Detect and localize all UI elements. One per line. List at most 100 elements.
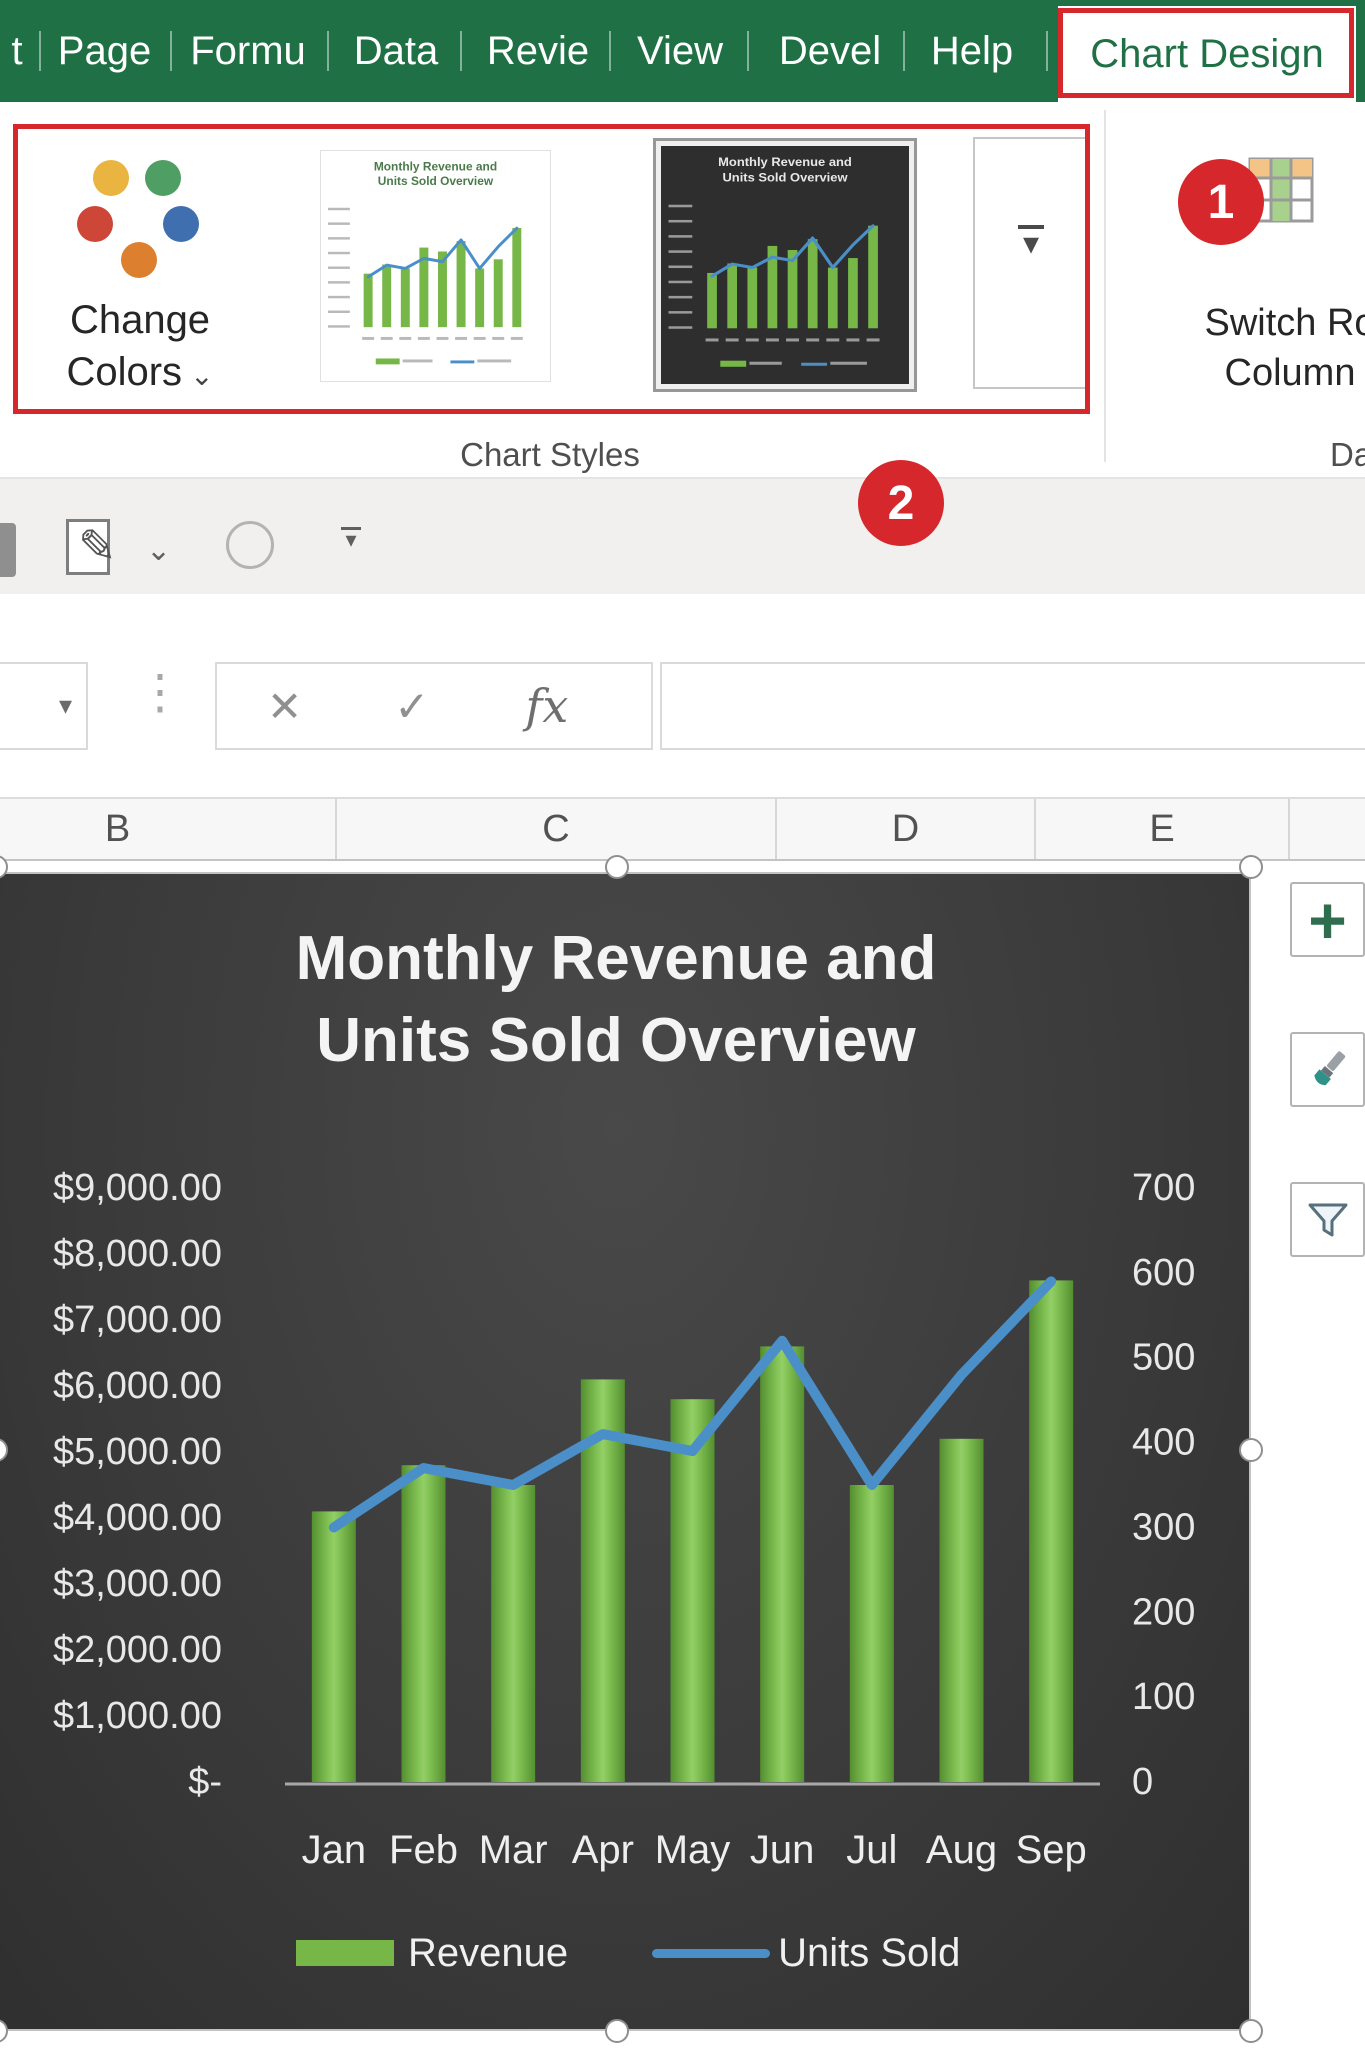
chart-selection-handle[interactable] bbox=[605, 855, 629, 879]
cancel-icon[interactable]: ✕ bbox=[267, 682, 302, 731]
mini-bar bbox=[747, 267, 758, 329]
funnel-icon bbox=[1308, 1203, 1347, 1236]
left-axis-label: $7,000.00 bbox=[53, 1299, 222, 1341]
mini-axis-dash bbox=[668, 265, 693, 269]
bar-Jun[interactable] bbox=[760, 1346, 805, 1782]
mini-x-dash bbox=[492, 336, 505, 340]
bar-Aug[interactable] bbox=[939, 1438, 984, 1782]
customize-toolbar-dropdown[interactable]: ▾ bbox=[338, 527, 364, 551]
chart-selection-handle[interactable] bbox=[1239, 2019, 1263, 2043]
ribbon-tab-formu[interactable]: Formu bbox=[182, 0, 314, 102]
mini-bar bbox=[363, 273, 373, 328]
mini-axis-dash bbox=[668, 280, 693, 284]
bar-May[interactable] bbox=[670, 1399, 715, 1782]
tab-separator bbox=[903, 31, 905, 71]
annotation-badge-2: 2 bbox=[858, 460, 944, 546]
name-box[interactable]: ▾ bbox=[0, 662, 88, 750]
ribbon-content: Change Colors ⌄ Monthly Revenue and Units … bbox=[0, 102, 1365, 479]
chart-elements-button[interactable]: + bbox=[1290, 882, 1365, 957]
insert-function-icon[interactable]: fx bbox=[525, 679, 568, 733]
bar-Jan[interactable] bbox=[311, 1511, 356, 1782]
chart-selection-handle[interactable] bbox=[605, 2019, 629, 2043]
ribbon-tab-data[interactable]: Data bbox=[338, 0, 454, 102]
mini-x-dash bbox=[745, 338, 759, 342]
mini-axis-dash bbox=[668, 219, 693, 223]
mini-legend-bar bbox=[375, 358, 400, 365]
left-axis-label: $2,000.00 bbox=[53, 1629, 222, 1671]
tab-separator bbox=[747, 31, 749, 71]
column-header[interactable] bbox=[1290, 799, 1365, 859]
chart-plot[interactable]: $9,000.00 $8,000.00 $7,000.00 $6,000.00 $5,0… bbox=[0, 874, 1253, 2033]
chart-legend[interactable]: Revenue Units Sold bbox=[296, 1930, 960, 1976]
mini-x-dash bbox=[380, 336, 393, 340]
ribbon-tab-view[interactable]: View bbox=[618, 0, 742, 102]
chart-selection-handle[interactable] bbox=[1239, 1438, 1263, 1462]
mini-bar bbox=[868, 225, 878, 329]
tab-separator bbox=[327, 31, 329, 71]
column-header-row: BCDE bbox=[0, 797, 1365, 861]
ribbon-tab-t[interactable]: t bbox=[2, 0, 32, 102]
switch-row-column-button[interactable]: Switch Ro Column bbox=[1130, 112, 1365, 468]
x-axis-label: Jun bbox=[750, 1828, 815, 1872]
x-axis-label: Apr bbox=[572, 1828, 634, 1872]
bar-Feb[interactable] bbox=[401, 1465, 446, 1782]
tab-separator bbox=[170, 31, 172, 71]
chart-styles-button[interactable] bbox=[1290, 1032, 1365, 1107]
excel-window: t Page Formu Data Revie View Devel Help Chart De… bbox=[0, 0, 1365, 2048]
right-axis-label: 0 bbox=[1132, 1761, 1153, 1803]
mini-x-dash bbox=[399, 336, 412, 340]
mini-axis-dash bbox=[327, 251, 350, 255]
formula-bar-grip[interactable]: ⋮ bbox=[136, 664, 184, 720]
color-dot-blue bbox=[163, 206, 199, 242]
chart-selection-handle[interactable] bbox=[1239, 855, 1263, 879]
mini-axis-dash bbox=[327, 325, 350, 328]
clipped-toolbar-icon[interactable] bbox=[0, 523, 16, 577]
chart-style-thumbnail-light[interactable]: Monthly Revenue and Units Sold Overview bbox=[320, 150, 551, 382]
tab-separator bbox=[460, 31, 462, 71]
bar-Mar[interactable] bbox=[491, 1485, 536, 1782]
mini-legend-text bbox=[477, 359, 512, 363]
switch-row-column-label: Switch Ro Column bbox=[1204, 302, 1365, 394]
column-header-d[interactable]: D bbox=[777, 799, 1036, 859]
x-axis-label: Aug bbox=[926, 1828, 997, 1872]
enter-icon[interactable]: ✓ bbox=[394, 682, 429, 731]
mini-bar bbox=[493, 259, 503, 328]
ribbon-tab-revie[interactable]: Revie bbox=[472, 0, 604, 102]
column-header-e[interactable]: E bbox=[1036, 799, 1290, 859]
column-header-b[interactable]: B bbox=[0, 799, 337, 859]
data-group-label: Da bbox=[1330, 436, 1365, 473]
ribbon-tab-page[interactable]: Page bbox=[52, 0, 157, 102]
bar-Jul[interactable] bbox=[849, 1485, 894, 1782]
change-colors-button[interactable]: Change Colors ⌄ bbox=[10, 112, 270, 468]
mini-bar bbox=[727, 263, 738, 329]
mini-bar bbox=[512, 227, 522, 328]
group-separator bbox=[1104, 110, 1106, 462]
mini-x-dash bbox=[455, 336, 468, 340]
mini-legend-text bbox=[830, 361, 867, 365]
bar-Sep[interactable] bbox=[1029, 1280, 1074, 1782]
circle-shape-icon[interactable] bbox=[226, 521, 274, 569]
chart-filters-button[interactable] bbox=[1290, 1182, 1365, 1257]
left-axis-label: $5,000.00 bbox=[53, 1431, 222, 1473]
gallery-more-button[interactable]: ▾ bbox=[973, 137, 1089, 389]
ribbon-tab-help[interactable]: Help bbox=[916, 0, 1028, 102]
mini-legend-line bbox=[450, 360, 475, 364]
ribbon-tab-chart-design[interactable]: Chart Design bbox=[1058, 6, 1356, 102]
left-axis-label: $8,000.00 bbox=[53, 1233, 222, 1275]
mini-axis-dash bbox=[668, 326, 693, 329]
chevron-down-icon[interactable]: ⌄ bbox=[146, 533, 171, 568]
x-axis-label: Jan bbox=[302, 1828, 367, 1872]
legend-revenue-swatch bbox=[296, 1940, 394, 1966]
mini-x-dash bbox=[765, 338, 779, 342]
formula-input[interactable] bbox=[660, 662, 1365, 750]
chart-object[interactable]: Monthly Revenue and Units Sold Overview … bbox=[0, 872, 1251, 2031]
chart-style-thumbnail-dark-selected[interactable]: Monthly Revenue and Units Sold Overview bbox=[653, 138, 917, 392]
tab-separator bbox=[1046, 31, 1048, 71]
column-header-c[interactable]: C bbox=[337, 799, 777, 859]
right-axis-label: 400 bbox=[1132, 1422, 1195, 1464]
left-axis-label: $6,000.00 bbox=[53, 1365, 222, 1407]
right-axis-label: 200 bbox=[1132, 1591, 1195, 1633]
right-axis-label: 500 bbox=[1132, 1337, 1195, 1379]
ribbon-tab-devel[interactable]: Devel bbox=[760, 0, 900, 102]
chevron-down-icon[interactable]: ▾ bbox=[59, 690, 72, 721]
